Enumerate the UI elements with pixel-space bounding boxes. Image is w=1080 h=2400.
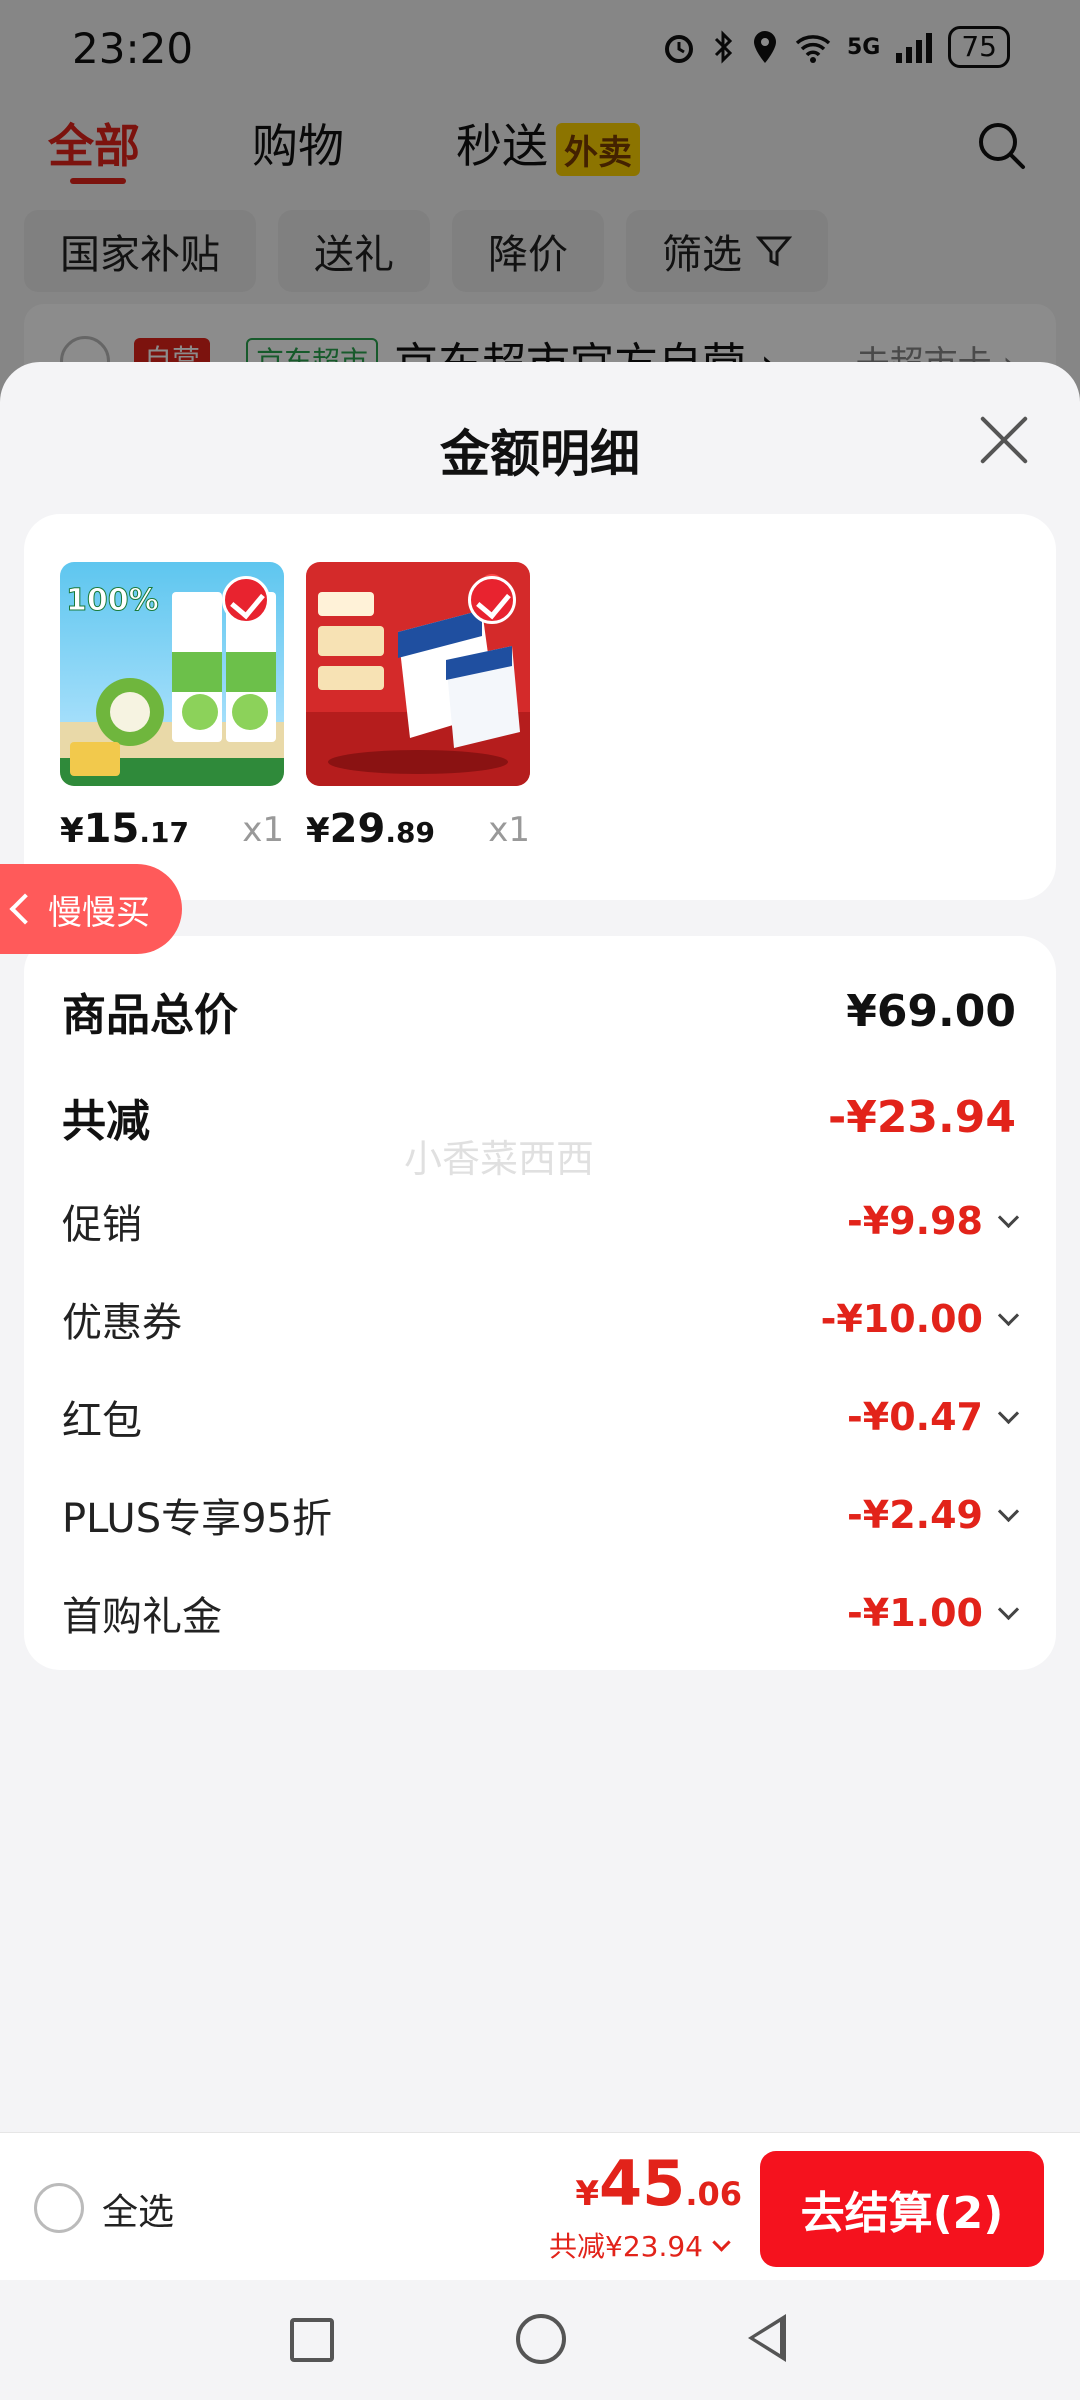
product-item[interactable]: 100% ¥15.17 x1 bbox=[60, 562, 284, 856]
chevron-down-icon bbox=[997, 1598, 1020, 1620]
chevron-left-icon bbox=[9, 893, 41, 925]
selected-check-icon[interactable] bbox=[222, 576, 270, 624]
price-decimal: .89 bbox=[385, 816, 435, 849]
products-card: 100% ¥15.17 x1 ¥29.89 x1 bbox=[24, 514, 1056, 900]
discount-summary-toggle[interactable]: 共减¥23.94 bbox=[549, 2225, 731, 2265]
discount-row-plus[interactable]: PLUS专享95折 -¥2.49 bbox=[62, 1480, 1020, 1550]
recents-icon[interactable] bbox=[290, 2318, 334, 2362]
total-discount-row: 共减 -¥23.94 bbox=[62, 1082, 1016, 1152]
discount-label: PLUS专享95折 bbox=[62, 1496, 332, 1542]
total-payable: ¥45.06 bbox=[575, 2147, 742, 2220]
discount-label: 红包 bbox=[62, 1398, 142, 1444]
discount-row-coupon[interactable]: 优惠券 -¥10.00 bbox=[62, 1284, 1020, 1354]
price-decimal: .17 bbox=[139, 816, 189, 849]
total-price-value: ¥69.00 bbox=[846, 985, 1016, 1037]
discount-row-red-packet[interactable]: 红包 -¥0.47 bbox=[62, 1382, 1020, 1452]
product-price-row: ¥29.89 x1 bbox=[306, 806, 530, 856]
discount-amount: -¥9.98 bbox=[847, 1199, 983, 1243]
discount-amount: -¥2.49 bbox=[847, 1493, 983, 1537]
chevron-down-icon bbox=[997, 1206, 1020, 1228]
amount-detail-sheet: 金额明细 100% ¥15.17 x1 ¥29.89 x1 小香菜西西 商品总价… bbox=[0, 362, 1080, 2132]
discount-row-promotion[interactable]: 促销 -¥9.98 bbox=[62, 1186, 1020, 1256]
chevron-down-icon bbox=[997, 1500, 1020, 1522]
total-integer: 45 bbox=[599, 2147, 686, 2220]
product-quantity: x1 bbox=[242, 810, 284, 850]
discount-amount: -¥1.00 bbox=[847, 1591, 983, 1635]
price-integer: 15 bbox=[83, 806, 140, 852]
select-all-label[interactable]: 全选 bbox=[102, 2183, 174, 2235]
system-nav-bar bbox=[0, 2280, 1080, 2400]
discount-value: -¥10.00 bbox=[820, 1297, 1020, 1341]
chevron-down-icon bbox=[997, 1402, 1020, 1424]
discount-value: -¥0.47 bbox=[847, 1395, 1020, 1439]
discount-row-first-purchase[interactable]: 首购礼金 -¥1.00 bbox=[62, 1578, 1020, 1648]
discount-amount: -¥10.00 bbox=[820, 1297, 983, 1341]
discount-summary-text: 共减¥23.94 bbox=[549, 2230, 703, 2263]
price-currency: ¥ bbox=[60, 811, 84, 851]
discount-label: 首购礼金 bbox=[62, 1594, 222, 1640]
discount-value: -¥2.49 bbox=[847, 1493, 1020, 1537]
slow-buy-label: 慢慢买 bbox=[48, 892, 150, 933]
slow-buy-button[interactable]: 慢慢买 bbox=[0, 864, 182, 954]
discount-amount: -¥0.47 bbox=[847, 1395, 983, 1439]
discount-value: -¥9.98 bbox=[847, 1199, 1020, 1243]
product-price-row: ¥15.17 x1 bbox=[60, 806, 284, 856]
home-icon[interactable] bbox=[516, 2314, 566, 2364]
price-integer: 29 bbox=[329, 806, 386, 852]
total-price-label: 商品总价 bbox=[62, 990, 238, 1041]
total-currency: ¥ bbox=[575, 2174, 600, 2214]
total-decimal: .06 bbox=[685, 2175, 742, 2213]
total-discount-value: -¥23.94 bbox=[827, 1091, 1016, 1143]
total-price-row: 商品总价 ¥69.00 bbox=[62, 976, 1016, 1046]
sheet-title: 金额明细 bbox=[440, 425, 640, 483]
amount-summary-card: 小香菜西西 商品总价 ¥69.00 共减 -¥23.94 促销 -¥9.98 优… bbox=[24, 936, 1056, 1670]
discount-label: 优惠券 bbox=[62, 1300, 182, 1346]
discount-label: 促销 bbox=[62, 1202, 142, 1248]
back-icon[interactable] bbox=[748, 2314, 786, 2362]
checkout-bar: 全选 ¥45.06 共减¥23.94 去结算(2) bbox=[0, 2132, 1080, 2281]
price-currency: ¥ bbox=[306, 811, 330, 851]
chevron-down-icon bbox=[712, 2232, 731, 2252]
product-item[interactable]: ¥29.89 x1 bbox=[306, 562, 530, 856]
svg-text:100%: 100% bbox=[66, 583, 159, 618]
product-quantity: x1 bbox=[488, 810, 530, 850]
discount-value: -¥1.00 bbox=[847, 1591, 1020, 1635]
total-discount-label: 共减 bbox=[62, 1096, 150, 1147]
selected-check-icon[interactable] bbox=[468, 576, 516, 624]
chevron-down-icon bbox=[997, 1304, 1020, 1326]
coconut-water-image[interactable]: 100% bbox=[60, 562, 284, 786]
milk-gift-box-image[interactable] bbox=[306, 562, 530, 786]
checkout-button[interactable]: 去结算(2) bbox=[760, 2151, 1044, 2267]
select-all-radio[interactable] bbox=[34, 2183, 84, 2233]
close-icon[interactable] bbox=[976, 412, 1032, 468]
